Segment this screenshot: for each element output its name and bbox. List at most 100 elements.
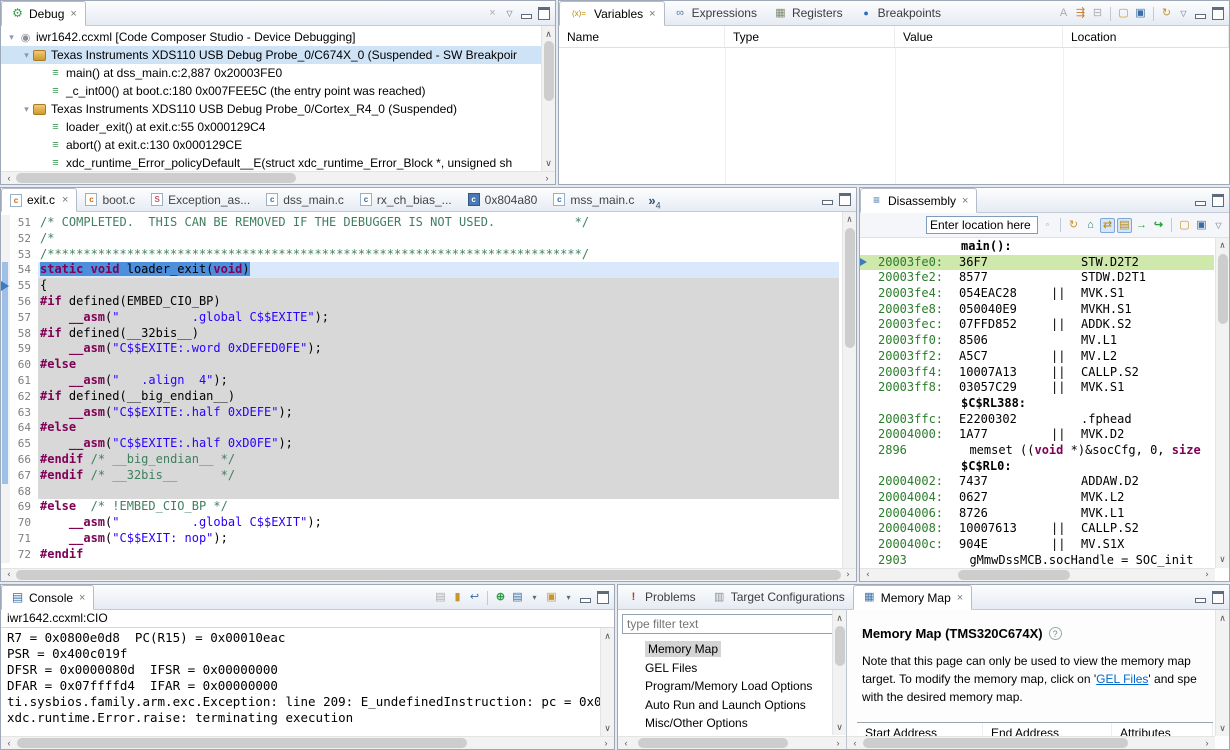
sync-pc-icon[interactable]: ⇄: [1100, 218, 1115, 233]
options-list-item[interactable]: GEL Files: [618, 659, 832, 678]
location-input[interactable]: [926, 216, 1038, 234]
editor-tab-0x804a80[interactable]: c0x804a80: [460, 188, 546, 211]
debug-tree-hscrollbar[interactable]: ‹ ›: [1, 171, 555, 184]
maximize-icon[interactable]: [837, 192, 852, 207]
open-new-view-icon[interactable]: ▣: [1194, 218, 1209, 233]
options-vscrollbar[interactable]: ∧ ∨: [832, 610, 846, 735]
tab-memory-map[interactable]: ▦Memory Map×: [853, 585, 972, 610]
expand-chevron-icon[interactable]: ▾: [20, 50, 33, 61]
view-menu-icon[interactable]: ▽: [1211, 218, 1226, 233]
tab-debug[interactable]: ⚙ Debug ×: [1, 1, 86, 26]
remove-launch-icon[interactable]: ▤: [433, 590, 448, 605]
maximize-icon[interactable]: [536, 6, 551, 21]
view-menu-icon[interactable]: ▽: [502, 6, 517, 21]
pin-view-icon[interactable]: ▢: [1177, 218, 1192, 233]
scroll-down-icon[interactable]: ∨: [1216, 553, 1229, 567]
display-console-menu-caret[interactable]: ▾: [527, 590, 542, 605]
scroll-right-icon[interactable]: ›: [831, 737, 845, 749]
debug-tree-row[interactable]: ≡loader_exit() at exit.c:55 0x000129C4: [1, 118, 541, 136]
gel-files-link[interactable]: GEL Files: [1096, 672, 1148, 686]
tab-expressions[interactable]: ∞Expressions: [665, 1, 765, 25]
show-source-icon[interactable]: ▤: [1117, 218, 1132, 233]
display-selected-console-icon[interactable]: ▤: [510, 590, 525, 605]
debug-tree[interactable]: ▾◉iwr1642.ccxml [Code Composer Studio - …: [1, 26, 555, 184]
editor-vscrollbar[interactable]: ∧: [842, 212, 856, 568]
scroll-down-icon[interactable]: ∨: [833, 720, 846, 734]
options-list-item[interactable]: Memory Map: [618, 640, 832, 659]
refresh-icon[interactable]: ↻: [1159, 6, 1174, 21]
close-icon[interactable]: ×: [79, 592, 85, 604]
scroll-left-icon[interactable]: ‹: [619, 737, 633, 749]
editor-tab-mss-main-c[interactable]: cmss_main.c: [545, 188, 642, 211]
maximize-icon[interactable]: [595, 590, 610, 605]
scroll-up-icon[interactable]: ∧: [542, 27, 555, 41]
minimize-icon[interactable]: [1193, 193, 1208, 208]
scroll-up-icon[interactable]: ∧: [1216, 239, 1229, 253]
pin-console-icon[interactable]: ⊕: [493, 590, 508, 605]
column-header-type[interactable]: Type: [725, 26, 895, 47]
prev-pc-icon[interactable]: →: [1134, 218, 1149, 233]
options-list-item[interactable]: Auto Run and Launch Options: [618, 696, 832, 715]
pin-view-icon[interactable]: ▢: [1116, 6, 1131, 21]
close-icon[interactable]: ×: [62, 194, 68, 206]
debug-tree-row[interactable]: ≡_c_int00() at boot.c:180 0x007FEE5C (th…: [1, 82, 541, 100]
next-pc-icon[interactable]: ↪: [1151, 218, 1166, 233]
tab-console[interactable]: ▤ Console ×: [1, 585, 94, 610]
word-wrap-icon[interactable]: ↩: [467, 590, 482, 605]
help-icon[interactable]: ?: [1049, 627, 1062, 640]
minimize-icon[interactable]: [578, 590, 593, 605]
minimize-icon[interactable]: [1193, 590, 1208, 605]
tab-target-configurations[interactable]: ▥Target Configurations: [704, 585, 853, 609]
column-header-value[interactable]: Value: [895, 26, 1063, 47]
options-list-item[interactable]: Misc/Other Options: [618, 714, 832, 733]
editor-tab-rx-ch-bias-[interactable]: crx_ch_bias_...: [352, 188, 460, 211]
tab-problems[interactable]: !Problems: [618, 585, 704, 609]
tab-disassembly[interactable]: ≡ Disassembly ×: [860, 188, 977, 213]
scroll-up-icon[interactable]: ∧: [843, 213, 856, 227]
scroll-down-icon[interactable]: ∨: [601, 721, 614, 735]
open-console-icon[interactable]: ▣: [544, 590, 559, 605]
scroll-right-icon[interactable]: ›: [1200, 737, 1214, 749]
disassembly-content[interactable]: main():20003fe0:36F7STW.D2T220003fe2:857…: [860, 238, 1229, 581]
scroll-left-icon[interactable]: ‹: [2, 172, 16, 184]
open-new-view-icon[interactable]: ▣: [1133, 6, 1148, 21]
editor-tab-exit-c[interactable]: cexit.c×: [1, 188, 77, 212]
filter-input[interactable]: [622, 614, 840, 634]
tab-breakpoints[interactable]: ●Breakpoints: [851, 1, 949, 25]
code-editor[interactable]: 51/* COMPLETED. THIS CAN BE REMOVED IF T…: [1, 212, 856, 581]
expand-chevron-icon[interactable]: ▾: [5, 32, 18, 43]
editor-tab-Exception-as-[interactable]: SException_as...: [143, 188, 258, 211]
debug-tree-row[interactable]: ≡abort() at exit.c:130 0x000129CE: [1, 136, 541, 154]
scroll-up-icon[interactable]: ∧: [601, 629, 614, 643]
remove-all-terminated-icon[interactable]: ×: [485, 6, 500, 21]
debug-options-list[interactable]: Memory MapGEL FilesProgram/Memory Load O…: [618, 640, 832, 735]
home-icon[interactable]: ⌂: [1083, 218, 1098, 233]
scroll-down-icon[interactable]: ∨: [542, 156, 555, 170]
column-header-location[interactable]: Location: [1063, 26, 1229, 47]
console-vscrollbar[interactable]: ∧ ∨: [600, 628, 614, 736]
editor-hscrollbar[interactable]: ‹ ›: [1, 568, 856, 581]
scroll-down-icon[interactable]: ∨: [1216, 721, 1229, 735]
close-icon[interactable]: ×: [649, 8, 655, 20]
console-output[interactable]: R7 = 0x0800e0d8 PC(R15) = 0x00010eacPSR …: [1, 627, 614, 749]
show-logical-structure-icon[interactable]: ⇶: [1073, 6, 1088, 21]
editor-tab-dss-main-c[interactable]: cdss_main.c: [258, 188, 352, 211]
more-editors-indicator[interactable]: »4: [642, 193, 666, 211]
scroll-left-icon[interactable]: ‹: [2, 569, 16, 581]
debug-tree-vscrollbar[interactable]: ∧ ∨: [541, 26, 555, 171]
editor-tab-boot-c[interactable]: cboot.c: [77, 188, 143, 211]
tab-registers[interactable]: ▦Registers: [765, 1, 851, 25]
close-icon[interactable]: ×: [70, 8, 76, 20]
close-icon[interactable]: ×: [962, 195, 968, 207]
minimize-icon[interactable]: [519, 6, 534, 21]
scroll-lock-icon[interactable]: ▮: [450, 590, 465, 605]
debug-tree-row[interactable]: ≡xdc_runtime_Error_policyDefault__E(stru…: [1, 154, 541, 172]
disassembly-hscrollbar[interactable]: ‹ ›: [860, 568, 1215, 581]
maximize-icon[interactable]: [1210, 590, 1225, 605]
console-hscrollbar[interactable]: ‹ ›: [1, 736, 614, 749]
scroll-right-icon[interactable]: ›: [1200, 569, 1214, 581]
scroll-right-icon[interactable]: ›: [540, 172, 554, 184]
debug-tree-row[interactable]: ≡main() at dss_main.c:2,887 0x20003FE0: [1, 64, 541, 82]
scroll-left-icon[interactable]: ‹: [848, 737, 862, 749]
show-type-names-icon[interactable]: A: [1056, 6, 1071, 21]
